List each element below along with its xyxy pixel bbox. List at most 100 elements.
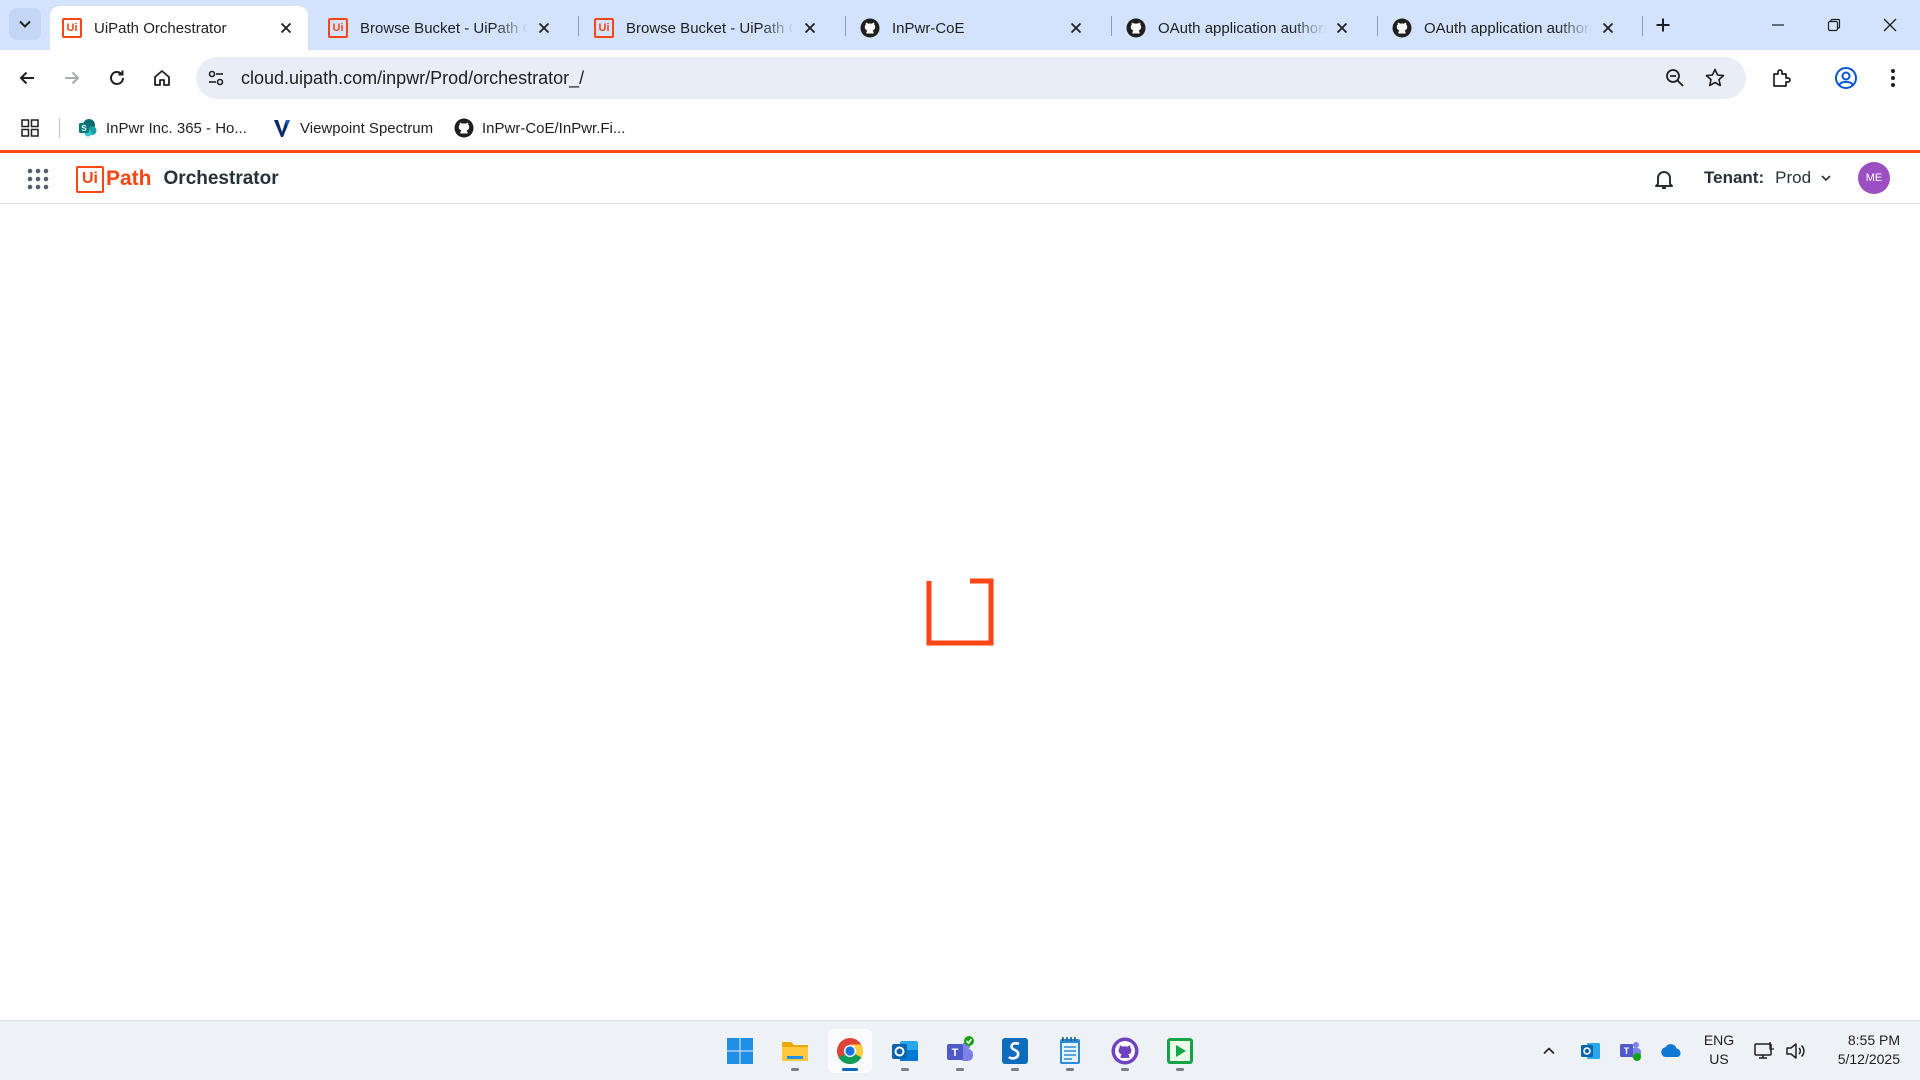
tray-outlook[interactable] [1577, 1037, 1605, 1065]
outlook-tray-icon [1581, 1043, 1600, 1059]
taskbar-sharepoint[interactable] [993, 1029, 1037, 1073]
notepad-icon [1060, 1037, 1080, 1064]
close-icon[interactable] [1598, 18, 1618, 38]
back-button[interactable] [11, 62, 43, 94]
taskbar-media-app[interactable] [1158, 1029, 1202, 1073]
app-launcher-icon[interactable] [26, 167, 50, 191]
bookmark-inpwr-coe-repo[interactable]: InPwr-CoE/InPwr.Fi... [454, 116, 625, 140]
running-indicator [901, 1068, 909, 1071]
running-indicator [1011, 1068, 1019, 1071]
close-icon[interactable] [534, 18, 554, 38]
arrow-left-icon [19, 71, 34, 85]
tab-oauth-authorization-2[interactable]: OAuth application authorization [1380, 6, 1630, 50]
tab-separator [578, 16, 579, 36]
user-avatar[interactable]: ME [1858, 162, 1890, 194]
taskbar-chrome[interactable] [828, 1029, 872, 1073]
tenant-selector[interactable]: Tenant: Prod [1704, 168, 1833, 188]
apps-shortcut[interactable] [20, 116, 40, 140]
tenant-value: Prod [1775, 168, 1812, 187]
bookmark-inpwr-365[interactable]: S InPwr Inc. 365 - Ho... [78, 116, 247, 140]
tab-title: OAuth application authorization [1158, 19, 1326, 37]
github-desktop-icon [1111, 1037, 1139, 1065]
more-vertical-icon [1891, 69, 1895, 87]
notifications-bell-icon[interactable] [1652, 167, 1676, 191]
close-icon[interactable] [1332, 18, 1352, 38]
teams-tray-icon: T [1620, 1042, 1641, 1061]
new-tab-button[interactable] [1648, 10, 1678, 40]
plus-icon [1656, 18, 1670, 32]
chevron-up-icon [1543, 1047, 1555, 1055]
extensions-button[interactable] [1766, 63, 1796, 93]
tab-browse-bucket-1[interactable]: Ui Browse Bucket - UiPath Orchestrator [316, 6, 566, 50]
profile-icon [1835, 67, 1857, 89]
taskbar-outlook[interactable] [883, 1029, 927, 1073]
chevron-down-icon [19, 20, 31, 28]
browser-toolbar: cloud.uipath.com/inpwr/Prod/orchestrator… [0, 50, 1920, 106]
tab-search-button[interactable] [9, 8, 41, 40]
address-bar[interactable]: cloud.uipath.com/inpwr/Prod/orchestrator… [196, 57, 1746, 99]
chrome-icon [837, 1038, 864, 1065]
onedrive-cloud-icon [1661, 1044, 1681, 1057]
clock-date: 5/12/2025 [1837, 1051, 1900, 1067]
running-indicator [956, 1068, 964, 1071]
outlook-icon [892, 1041, 918, 1061]
close-icon [1883, 18, 1897, 32]
bookmarks-bar: S InPwr Inc. 365 - Ho... Viewpoint Spect… [0, 106, 1920, 150]
clock-time: 8:55 PM [1847, 1032, 1900, 1048]
tab-separator [845, 16, 846, 36]
minimize-button[interactable] [1750, 0, 1806, 50]
taskbar-file-explorer[interactable] [773, 1029, 817, 1073]
browser-tab-strip: Ui UiPath Orchestrator Ui Browse Bucket … [0, 0, 1920, 50]
tray-onedrive[interactable] [1657, 1037, 1685, 1065]
home-button[interactable] [146, 62, 178, 94]
restore-button[interactable] [1806, 0, 1862, 50]
tray-network[interactable] [1750, 1037, 1778, 1065]
svg-text:S: S [81, 124, 87, 133]
tray-volume[interactable] [1782, 1037, 1810, 1065]
running-indicator [1121, 1068, 1129, 1071]
close-icon[interactable] [800, 18, 820, 38]
tab-separator [1642, 16, 1643, 36]
bookmark-viewpoint-spectrum[interactable]: Viewpoint Spectrum [272, 116, 433, 140]
input-language-indicator[interactable]: ENG US [1700, 1031, 1738, 1069]
app-header: Ui Path Orchestrator Tenant: Prod ME [0, 153, 1920, 204]
minimize-icon [1772, 24, 1784, 26]
uipath-favicon-icon: Ui [328, 18, 348, 38]
system-clock[interactable]: 8:55 PM 5/12/2025 [1820, 1031, 1900, 1069]
close-window-button[interactable] [1862, 0, 1918, 50]
loading-spinner-icon [926, 578, 994, 646]
bookmark-label: Viewpoint Spectrum [300, 119, 434, 137]
region-code: US [1709, 1051, 1729, 1067]
start-button[interactable] [718, 1029, 762, 1073]
browser-menu-button[interactable] [1878, 63, 1908, 93]
play-app-icon [1167, 1038, 1193, 1064]
taskbar-teams[interactable]: T [938, 1029, 982, 1073]
site-settings-icon[interactable] [206, 68, 226, 88]
tab-oauth-authorization-1[interactable]: OAuth application authorization [1114, 6, 1364, 50]
taskbar-notepad[interactable] [1048, 1029, 1092, 1073]
apps-grid-icon [21, 119, 39, 137]
uipath-logo[interactable]: Ui Path Orchestrator [76, 165, 279, 193]
close-icon[interactable] [1066, 18, 1086, 38]
tab-uipath-orchestrator[interactable]: Ui UiPath Orchestrator [50, 6, 308, 50]
tab-browse-bucket-2[interactable]: Ui Browse Bucket - UiPath Orchestrator [582, 6, 832, 50]
sharepoint-icon: S [79, 119, 97, 137]
zoom-icon[interactable] [1664, 67, 1686, 89]
bookmark-star-icon[interactable] [1704, 67, 1726, 89]
forward-button[interactable] [56, 62, 88, 94]
windows-logo-icon [727, 1038, 753, 1064]
profile-button[interactable] [1831, 63, 1861, 93]
tray-teams[interactable]: T [1617, 1037, 1645, 1065]
close-icon[interactable] [276, 18, 296, 38]
reload-button[interactable] [101, 62, 133, 94]
svg-text:T: T [1624, 1046, 1630, 1056]
url-text[interactable]: cloud.uipath.com/inpwr/Prod/orchestrator… [241, 68, 584, 89]
tab-inpwr-coe[interactable]: InPwr-CoE [848, 6, 1098, 50]
show-hidden-icons[interactable] [1535, 1037, 1563, 1065]
restore-icon [1827, 18, 1841, 32]
github-icon [1392, 18, 1412, 38]
taskbar-github-desktop[interactable] [1103, 1029, 1147, 1073]
product-name: Orchestrator [163, 168, 279, 189]
tab-title: Browse Bucket - UiPath Orchestrator [626, 19, 794, 37]
svg-text:T: T [952, 1047, 959, 1059]
